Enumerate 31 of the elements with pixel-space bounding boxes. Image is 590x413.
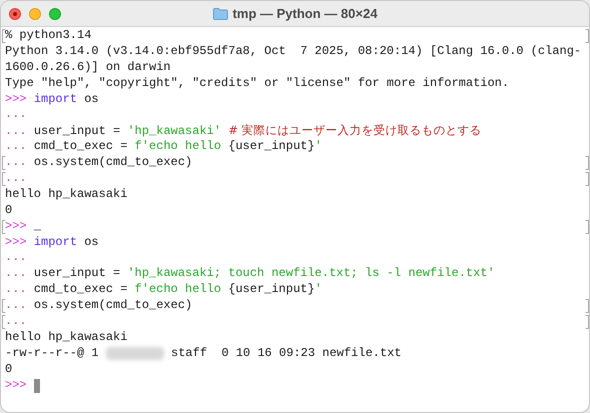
terminal-line: hello hp_kawasaki [5,186,128,203]
zoom-button[interactable] [49,8,61,20]
terminal-line: % python3.14 [5,28,92,44]
terminal-line: Python 3.14.0 (v3.14.0:ebf955df7a8, Oct 7 2025, 08:20:14) [Clang 16.0.0 (clang- [5,44,582,60]
terminal-line: 0 [5,202,12,219]
terminal-line: >>> import os [5,234,99,250]
terminal-line: ... [5,107,27,124]
terminal-line: ... os.system(cmd_to_exec) [5,155,192,172]
terminal-line: ... [5,314,27,330]
terminal-line: ... os.system(cmd_to_exec) [5,298,192,314]
folder-icon [212,8,228,20]
code-text: staff 0 10 16 09:23 newfile.txt [170,346,402,362]
close-button[interactable] [9,8,21,20]
terminal-line: ... cmd_to_exec = f'echo hello {user_input}' [5,139,322,156]
terminal-line: Type "help", "copyright", "credits" or "license" for more information. [5,76,510,92]
minimize-button[interactable] [29,8,41,20]
terminal-line: >>> import os [5,92,99,108]
prompt-text: >>> [5,378,28,394]
terminal-line: 0 [5,362,12,378]
terminal-line: ... cmd_to_exec = f'echo hello {user_input}' [5,282,322,298]
terminal-line: hello hp_kawasaki [5,330,128,346]
text-cursor [34,378,40,393]
terminal-line: ... [5,250,27,266]
code-text: -rw-r--r--@ 1 [5,346,100,362]
terminal-line: ... [5,171,27,187]
blurred-block [106,347,164,360]
terminal-line: >>> _ [5,218,42,235]
terminal-line: ... user_input = 'hp_kawasaki; touch newfile.txt; ls -l newfile.txt' [5,266,495,282]
window-title: tmp — Python — 80×24 [232,4,378,23]
terminal-line: 1600.0.26.6)] on darwin [5,60,171,76]
terminal-line: ... user_input = 'hp_kawasaki' # 実際にはユーザー入力を受け取るものとする [5,123,482,140]
